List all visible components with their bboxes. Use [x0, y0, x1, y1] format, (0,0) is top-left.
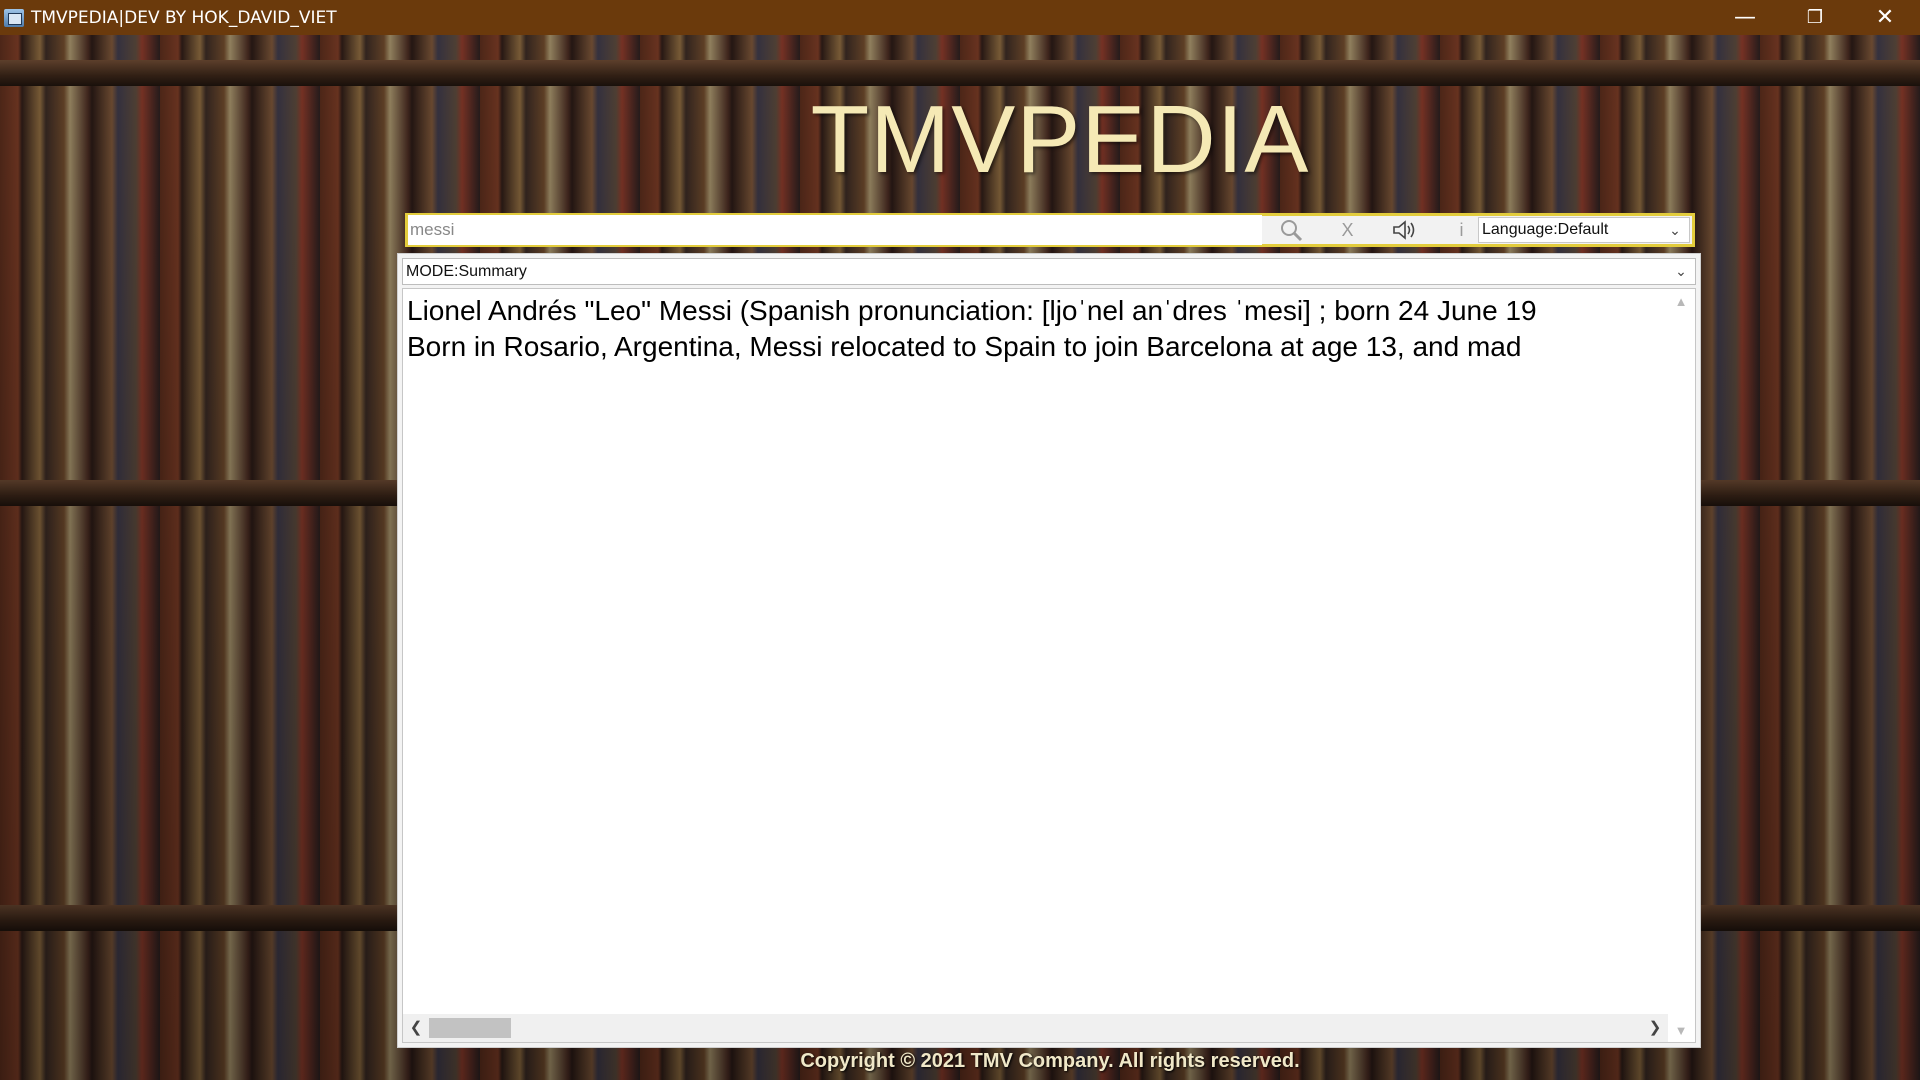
- search-icon: [1280, 220, 1302, 242]
- copyright-footer: Copyright © 2021 TMV Company. All rights…: [800, 1050, 1300, 1072]
- search-bar: X i Language:Default ⌄: [405, 213, 1695, 247]
- vertical-scrollbar[interactable]: ▲ ▼: [1667, 289, 1695, 1042]
- clear-button[interactable]: X: [1319, 216, 1376, 244]
- language-select-value: Language:Default: [1482, 221, 1609, 238]
- language-select[interactable]: Language:Default ⌄: [1478, 217, 1690, 243]
- scroll-left-icon[interactable]: ❮: [403, 1014, 429, 1042]
- mode-select-value: MODE:Summary: [406, 262, 527, 280]
- result-text[interactable]: Lionel Andrés "Leo" Messi (Spanish pronu…: [403, 289, 1668, 1014]
- minimize-button[interactable]: —: [1710, 0, 1780, 35]
- result-textbox[interactable]: Lionel Andrés "Leo" Messi (Spanish pronu…: [402, 288, 1696, 1043]
- horizontal-scroll-thumb[interactable]: [429, 1018, 511, 1038]
- app-logo-title: TMVPEDIA: [810, 86, 1310, 193]
- result-panel: MODE:Summary ⌄ Lionel Andrés "Leo" Messi…: [397, 253, 1701, 1048]
- scroll-up-icon[interactable]: ▲: [1667, 289, 1695, 315]
- speaker-icon: [1392, 220, 1414, 240]
- scroll-right-icon[interactable]: ❯: [1642, 1014, 1668, 1042]
- chevron-down-icon: ⌄: [1675, 263, 1687, 279]
- chevron-down-icon: ⌄: [1669, 221, 1681, 238]
- search-input[interactable]: [408, 215, 1262, 245]
- search-button[interactable]: [1262, 216, 1319, 244]
- speak-button[interactable]: [1376, 216, 1433, 244]
- app-icon: [4, 8, 24, 27]
- window-title: TMVPEDIA|DEV BY HOK_DAVID_VIET: [31, 7, 337, 28]
- title-bar: TMVPEDIA|DEV BY HOK_DAVID_VIET — ❐ ✕: [0, 0, 1920, 35]
- result-line: Lionel Andrés "Leo" Messi (Spanish pronu…: [407, 295, 1537, 326]
- mode-select[interactable]: MODE:Summary ⌄: [402, 258, 1696, 285]
- horizontal-scrollbar[interactable]: ❮ ❯: [403, 1014, 1668, 1042]
- close-button[interactable]: ✕: [1850, 0, 1920, 35]
- restore-button[interactable]: ❐: [1780, 0, 1850, 35]
- result-line: Born in Rosario, Argentina, Messi reloca…: [407, 331, 1522, 362]
- scroll-down-icon[interactable]: ▼: [1667, 1018, 1695, 1042]
